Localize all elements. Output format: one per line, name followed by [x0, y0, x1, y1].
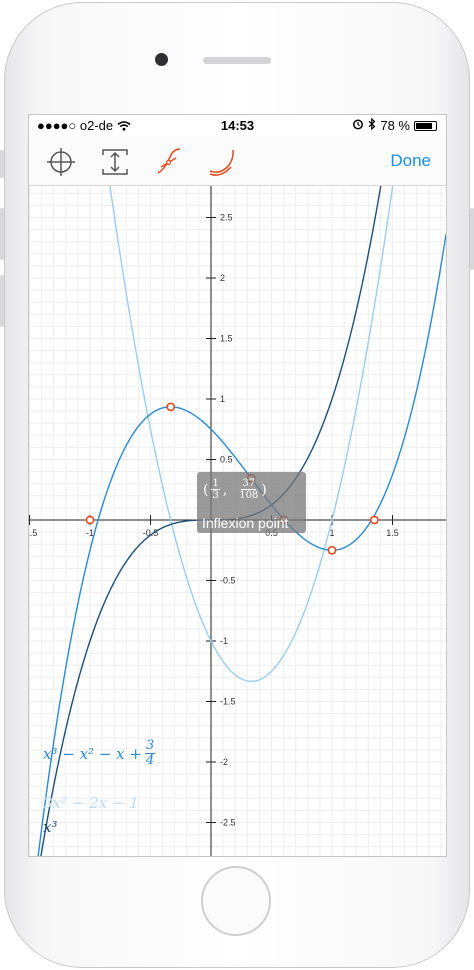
volume-down-button — [0, 275, 4, 327]
crosshair-icon[interactable] — [46, 147, 76, 177]
x-tick-label: -0.5 — [143, 528, 159, 538]
inflexion-tooltip: ( 13 , 37 108 ) Inflexion point — [197, 472, 306, 533]
tooltip-coordinates: ( 13 , 37 108 ) — [203, 478, 267, 501]
y-tick-label: 1 — [220, 394, 225, 404]
front-camera — [155, 53, 168, 66]
battery-icon — [414, 120, 437, 131]
inflection-curve-icon[interactable] — [154, 147, 184, 177]
mute-switch — [0, 150, 4, 178]
extrema-curve-icon[interactable] — [207, 147, 237, 177]
y-tick-label: -2 — [220, 757, 228, 767]
y-tick-label: 2.5 — [220, 213, 233, 223]
volume-up-button — [0, 208, 4, 260]
tooltip-y-fraction: 37 108 — [239, 478, 259, 501]
legend-f3[interactable]: x³ — [43, 818, 57, 836]
status-bar: ●●●●○ o2-de 14:53 78 % — [29, 115, 446, 137]
point-marker-maximum — [166, 402, 176, 412]
y-tick-label: 1.5 — [220, 334, 233, 344]
battery-fill — [416, 122, 433, 129]
home-button[interactable] — [201, 866, 271, 936]
y-tick-label: -1.5 — [220, 697, 236, 707]
point-marker-minimum — [327, 545, 337, 555]
point-marker-root — [369, 515, 379, 525]
alarm-icon — [352, 118, 364, 133]
status-right: 78 % — [352, 117, 437, 133]
x-tick-label: -1 — [86, 528, 94, 538]
legend-f1-text: x³ − x² − x + — [43, 744, 142, 763]
tooltip-caption: Inflexion point — [202, 515, 289, 531]
graph-canvas[interactable]: -1.5-1-0.50.511.5-2.5-2-1.5-1-0.50.511.5… — [29, 115, 446, 856]
battery-percent: 78 % — [380, 118, 410, 133]
point-marker-root — [85, 515, 95, 525]
done-button[interactable]: Done — [390, 151, 431, 171]
legend-f2[interactable]: 3x² − 2x − 1 — [43, 794, 139, 812]
earpiece-speaker — [203, 57, 271, 64]
bluetooth-icon — [368, 117, 376, 133]
y-tick-label: -0.5 — [220, 576, 236, 586]
y-tick-label: 2 — [220, 273, 225, 283]
toolbar: Done — [29, 137, 446, 186]
tooltip-x-fraction: 13 — [211, 478, 220, 501]
screen: ●●●●○ o2-de 14:53 78 % Done .5 -1 -0.5 0… — [28, 114, 447, 857]
fit-vertical-icon[interactable] — [100, 147, 130, 177]
power-button — [470, 208, 474, 270]
legend-f1[interactable]: x³ − x² − x + 34 — [43, 738, 156, 768]
y-tick-label: -1 — [220, 636, 228, 646]
x-tick-label: -1.5 — [29, 528, 37, 538]
y-tick-label: -2.5 — [220, 818, 236, 828]
legend-f1-fraction: 34 — [144, 738, 156, 768]
x-tick-label: 1.5 — [386, 528, 399, 538]
y-tick-label: 0.5 — [220, 455, 233, 465]
